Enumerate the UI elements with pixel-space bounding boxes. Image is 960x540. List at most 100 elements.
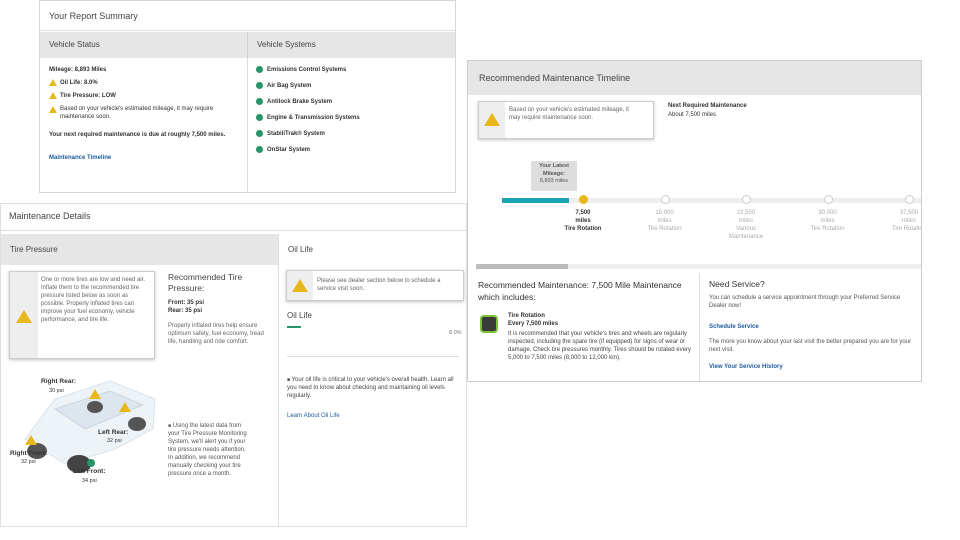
alert-icon-area: [479, 102, 505, 138]
tire-rotation-subtitle: Every 7,500 miles: [508, 321, 559, 327]
timeline-marker-label[interactable]: 7,500 miles Tire Rotation: [563, 209, 603, 233]
oil-life-text: Oil Life: 8.0%: [60, 80, 98, 87]
check-icon: [87, 459, 95, 467]
system-item: OnStar System: [256, 146, 451, 154]
next-required-value: About 7,500 miles: [668, 112, 717, 118]
tire-pressure-header: Tire Pressure: [1, 234, 278, 265]
check-icon: [256, 98, 263, 106]
check-icon: [256, 66, 263, 73]
maintenance-details-panel: Maintenance Details Tire Pressure Oil Li…: [0, 203, 467, 527]
warning-icon: [49, 92, 57, 100]
oil-life-fill: [287, 326, 301, 328]
oil-alert-box: Please see dealer section below to sched…: [286, 270, 464, 301]
latest-mileage-badge: Your Latest Mileage: 8,893 miles: [531, 161, 577, 191]
recommended-title: Recommended Tire Pressure:: [168, 272, 243, 293]
recommended-tire-pressure: Recommended Tire Pressure: Front: 35 psi…: [168, 272, 268, 346]
left-rear-label: Left Rear:: [98, 429, 129, 436]
oil-note: ■ Your oil life is critical to your vehi…: [287, 376, 463, 400]
latest-mileage-label: Your Latest Mileage:: [539, 163, 569, 177]
left-front-label: Left Front:: [73, 468, 106, 475]
next-required-label: Next Required Maintenance: [668, 103, 747, 109]
mileage-note-text: Based on your vehicle's estimated mileag…: [60, 106, 214, 121]
rear-pressure: Rear: 35 psi: [168, 308, 203, 314]
left-front-value: 34 psi: [82, 478, 97, 484]
left-rear-tire: [128, 417, 146, 431]
timeline-marker[interactable]: [660, 195, 670, 204]
oil-life-bar: [287, 326, 457, 328]
marker-service: Various Maintenance: [728, 226, 764, 240]
vehicle-systems-list: Emissions Control Systems Air Bag System…: [256, 66, 451, 154]
right-front-label: Right Front:: [10, 450, 48, 457]
tpms-note: ■ Using the latest data from your Tire P…: [168, 422, 252, 478]
alert-icon-area: [287, 271, 313, 300]
maintenance-timeline-link[interactable]: Maintenance Timeline: [49, 155, 239, 161]
marker-miles: 37,500: [899, 210, 919, 216]
tire-rotation-icon: [480, 315, 498, 333]
tire-alert-text: One or more tires are low and need air. …: [41, 277, 146, 323]
system-item: StabiliTrak® System: [256, 130, 451, 138]
marker-miles: 15,000: [655, 210, 674, 216]
timeline-marker[interactable]: [823, 195, 833, 204]
vehicle-status-header: Vehicle Status: [40, 32, 247, 58]
timeline-track: [502, 195, 921, 204]
vehicle-status-column: Mileage: 8,893 Miles Oil Life: 8.0% Tire…: [49, 66, 239, 161]
marker-unit: miles: [575, 218, 591, 224]
column-divider: [699, 273, 700, 381]
oil-note-text: Your oil life is critical to your vehicl…: [287, 377, 454, 399]
tire-pressure-row: Tire Pressure: LOW: [49, 92, 239, 100]
right-rear-label: Right Rear:: [41, 378, 77, 385]
timeline-marker-label[interactable]: 30,000 miles Tire Rotation: [808, 209, 848, 233]
right-rear-tire: [87, 401, 103, 413]
latest-mileage-value: 8,893 miles: [539, 178, 569, 184]
recommended-maintenance-title: Recommended Maintenance: 7,500 Mile Main…: [478, 280, 682, 302]
check-icon: [256, 114, 263, 122]
bullet-icon: ■: [287, 377, 291, 383]
marker-unit: miles: [738, 218, 753, 224]
marker-service: Tire Rotation: [810, 226, 845, 232]
system-label: Antilock Brake System: [267, 99, 333, 106]
service-history-desc: The more you know about your last visit …: [709, 339, 912, 353]
bullet-icon: ■: [168, 423, 172, 429]
system-item: Emissions Control Systems: [256, 66, 451, 74]
right-front-value: 32 psi: [21, 459, 36, 465]
mileage-note-row: Based on your vehicle's estimated mileag…: [49, 105, 239, 121]
schedule-service-link[interactable]: Schedule Service: [709, 324, 759, 330]
timeline-scrollbar[interactable]: [476, 264, 921, 269]
tire-rotation-title: Tire Rotation: [508, 313, 545, 319]
vehicle-systems-header: Vehicle Systems: [247, 32, 455, 58]
right-rear-value: 30 psi: [49, 388, 64, 394]
marker-service: Tire Rotation: [891, 226, 921, 232]
tire-pressure-text: Tire Pressure: LOW: [60, 93, 116, 100]
maintenance-timeline-panel: Recommended Maintenance Timeline Based o…: [467, 60, 922, 382]
timeline-marker-label[interactable]: 37,500 miles Tire Rotation: [889, 209, 921, 233]
scrollbar-thumb[interactable]: [476, 264, 568, 269]
warning-icon: [16, 310, 32, 323]
need-service-title: Need Service?: [709, 279, 765, 289]
marker-unit: miles: [820, 218, 835, 224]
system-label: OnStar System: [267, 147, 311, 154]
oil-life-label: Oil Life: [287, 311, 312, 320]
timeline-alert-box: Based on your vehicle's estimated mileag…: [478, 101, 654, 139]
need-service-desc: You can schedule a service appointment t…: [709, 295, 901, 309]
system-item: Air Bag System: [256, 82, 451, 90]
learn-about-oil-link[interactable]: Learn About Oil Life: [287, 413, 340, 419]
timeline-title: Recommended Maintenance Timeline: [468, 61, 921, 95]
oil-alert-text: Please see dealer section below to sched…: [317, 278, 441, 292]
timeline-marker-label[interactable]: 22,500 miles Various Maintenance: [726, 209, 766, 241]
divider: [287, 356, 459, 357]
left-rear-value: 32 psi: [107, 438, 122, 444]
marker-miles: 30,000: [818, 210, 837, 216]
marker-service: Tire Rotation: [564, 226, 602, 232]
timeline-marker[interactable]: [742, 195, 751, 204]
check-icon: [256, 130, 263, 138]
warning-icon: [49, 79, 57, 86]
view-service-history-link[interactable]: View Your Service History: [709, 364, 783, 370]
timeline-marker[interactable]: [905, 195, 914, 204]
oil-life-row: Oil Life: 8.0%: [49, 79, 239, 87]
vehicle-tire-diagram: [24, 380, 156, 473]
column-divider: [278, 265, 279, 526]
timeline-marker-label[interactable]: 15,000 miles Tire Rotation: [645, 209, 685, 233]
marker-unit: miles: [657, 218, 672, 224]
current-mileage-marker: [579, 195, 588, 204]
mileage-text: Mileage: 8,893 Miles: [49, 67, 107, 73]
